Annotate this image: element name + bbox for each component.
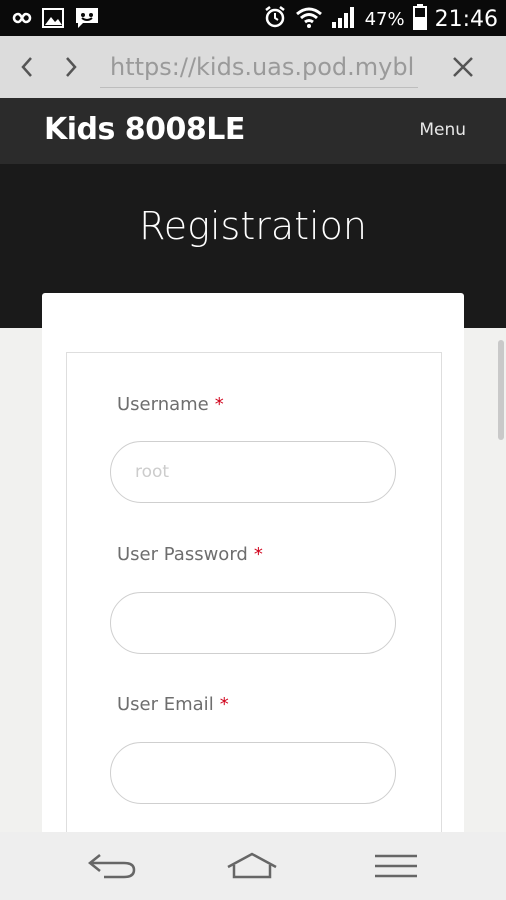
url-underline (100, 87, 418, 88)
browser-toolbar: https://kids.uas.pod.myblu (0, 36, 506, 98)
system-nav-bar (0, 832, 506, 900)
required-mark: * (253, 544, 263, 565)
url-field[interactable]: https://kids.uas.pod.myblu (110, 50, 416, 84)
password-label-text: User Password (117, 544, 248, 565)
infinity-icon (8, 8, 32, 33)
username-field[interactable] (110, 441, 396, 503)
battery-percent: 47% (364, 9, 405, 30)
menu-link[interactable]: Menu (419, 120, 466, 140)
back-arrow-icon[interactable] (82, 846, 142, 886)
required-mark: * (219, 694, 229, 715)
required-mark: * (214, 394, 224, 415)
message-icon (74, 6, 100, 35)
home-icon[interactable] (222, 846, 282, 886)
username-label: Username * (117, 394, 224, 415)
email-label-text: User Email (117, 694, 214, 715)
status-bar: 47% 21:46 (0, 0, 506, 36)
username-label-text: Username (117, 394, 209, 415)
email-field[interactable] (110, 742, 396, 804)
alarm-icon (263, 5, 287, 34)
back-icon[interactable] (12, 50, 42, 84)
status-right-icons: 47% 21:46 (263, 4, 498, 35)
battery-icon (412, 4, 427, 35)
page-scrollbar[interactable] (498, 340, 504, 440)
signal-icon (331, 5, 357, 34)
status-left-icons (8, 6, 100, 35)
site-header: Kids 8008LE Menu (0, 98, 506, 164)
forward-icon[interactable] (56, 50, 86, 84)
menu-icon[interactable] (366, 846, 426, 886)
close-icon[interactable] (448, 50, 478, 84)
clock: 21:46 (434, 7, 498, 32)
site-brand[interactable]: Kids 8008LE (44, 112, 245, 147)
password-label: User Password * (117, 544, 263, 565)
email-label: User Email * (117, 694, 229, 715)
password-field[interactable] (110, 592, 396, 654)
wifi-icon (295, 6, 323, 33)
image-icon (42, 7, 64, 34)
page-title: Registration (139, 204, 367, 248)
